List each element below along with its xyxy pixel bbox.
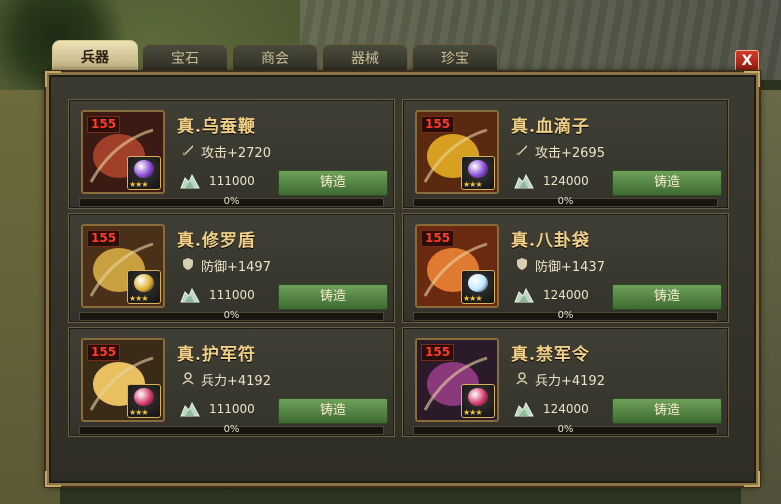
level-badge: 155 <box>87 116 121 133</box>
forge-button[interactable]: 铸造 <box>278 170 388 196</box>
tab-machinery[interactable]: 器械 <box>322 44 408 74</box>
item-stat: 防御+1437 <box>535 260 605 275</box>
tab-weapons[interactable]: 兵器 <box>52 40 138 74</box>
item-card: 155 ★★★ 真.乌蚕鞭 攻击+2720 111000 铸造 0% <box>68 99 395 209</box>
item-icon[interactable]: 155 ★★★ <box>81 110 165 194</box>
item-cost: 111000 <box>209 402 255 416</box>
item-name: 真.八卦袋 <box>511 231 590 251</box>
tab-gems[interactable]: 宝石 <box>142 44 228 74</box>
forge-button[interactable]: 铸造 <box>278 284 388 310</box>
forge-button[interactable]: 铸造 <box>612 398 722 424</box>
star-rating: ★★★ <box>463 294 482 303</box>
progress-text: 0% <box>557 196 574 207</box>
frame-corner-ornament <box>45 71 61 87</box>
item-cost: 124000 <box>543 174 589 188</box>
progress-bar: 0% <box>79 196 384 207</box>
silver-icon <box>180 401 200 417</box>
category-tabs: 兵器 宝石 商会 器械 珍宝 <box>52 40 498 74</box>
shield-icon <box>183 258 193 270</box>
item-card: 155 ★★★ 真.禁军令 兵力+4192 124000 铸造 0% <box>402 327 729 437</box>
item-card: 155 ★★★ 真.护军符 兵力+4192 111000 铸造 0% <box>68 327 395 437</box>
soldier-icon <box>182 372 194 385</box>
progress-bar: 0% <box>413 424 718 435</box>
gem-slot[interactable]: ★★★ <box>461 384 495 418</box>
level-badge: 155 <box>421 230 455 247</box>
star-rating: ★★★ <box>129 180 148 189</box>
forge-button[interactable]: 铸造 <box>612 170 722 196</box>
sword-icon <box>516 145 527 156</box>
silver-icon <box>514 173 534 189</box>
level-badge: 155 <box>421 344 455 361</box>
item-icon[interactable]: 155 ★★★ <box>81 338 165 422</box>
item-name: 真.护军符 <box>177 345 256 365</box>
gem-slot[interactable]: ★★★ <box>461 156 495 190</box>
gem-slot[interactable]: ★★★ <box>127 156 161 190</box>
forge-button[interactable]: 铸造 <box>612 284 722 310</box>
progress-bar: 0% <box>413 310 718 321</box>
frame-corner-ornament <box>744 71 760 87</box>
gem-icon <box>134 388 154 406</box>
item-cost: 111000 <box>209 174 255 188</box>
item-stat: 兵力+4192 <box>201 374 271 389</box>
progress-text: 0% <box>223 196 240 207</box>
item-icon[interactable]: 155 ★★★ <box>81 224 165 308</box>
level-badge: 155 <box>421 116 455 133</box>
progress-text: 0% <box>557 310 574 321</box>
gem-icon <box>134 274 154 292</box>
tab-guild[interactable]: 商会 <box>232 44 318 74</box>
item-stat: 攻击+2695 <box>535 146 605 161</box>
item-cost: 111000 <box>209 288 255 302</box>
progress-text: 0% <box>223 424 240 435</box>
star-rating: ★★★ <box>463 408 482 417</box>
item-stat: 攻击+2720 <box>201 146 271 161</box>
item-name: 真.乌蚕鞭 <box>177 117 256 137</box>
shield-icon <box>517 258 527 270</box>
silver-icon <box>180 287 200 303</box>
silver-icon <box>514 287 534 303</box>
progress-bar: 0% <box>79 310 384 321</box>
star-rating: ★★★ <box>463 180 482 189</box>
gem-slot[interactable]: ★★★ <box>127 384 161 418</box>
progress-bar: 0% <box>79 424 384 435</box>
item-cost: 124000 <box>543 288 589 302</box>
gem-icon <box>468 160 488 178</box>
star-rating: ★★★ <box>129 294 148 303</box>
item-cost: 124000 <box>543 402 589 416</box>
forge-button[interactable]: 铸造 <box>278 398 388 424</box>
gem-icon <box>134 160 154 178</box>
frame-corner-ornament <box>45 471 61 487</box>
silver-icon <box>514 401 534 417</box>
item-name: 真.修罗盾 <box>177 231 256 251</box>
item-icon[interactable]: 155 ★★★ <box>415 338 499 422</box>
progress-text: 0% <box>223 310 240 321</box>
gem-slot[interactable]: ★★★ <box>461 270 495 304</box>
star-rating: ★★★ <box>129 408 148 417</box>
item-icon[interactable]: 155 ★★★ <box>415 110 499 194</box>
item-stat: 防御+1497 <box>201 260 271 275</box>
soldier-icon <box>516 372 528 385</box>
level-badge: 155 <box>87 344 121 361</box>
item-card: 155 ★★★ 真.八卦袋 防御+1437 124000 铸造 0% <box>402 213 729 323</box>
item-icon[interactable]: 155 ★★★ <box>415 224 499 308</box>
level-badge: 155 <box>87 230 121 247</box>
sword-icon <box>182 145 193 156</box>
progress-text: 0% <box>557 424 574 435</box>
silver-icon <box>180 173 200 189</box>
gem-icon <box>468 274 488 292</box>
gem-slot[interactable]: ★★★ <box>127 270 161 304</box>
gem-icon <box>468 388 488 406</box>
progress-bar: 0% <box>413 196 718 207</box>
item-name: 真.血滴子 <box>511 117 590 137</box>
item-card: 155 ★★★ 真.修罗盾 防御+1497 111000 铸造 0% <box>68 213 395 323</box>
item-card: 155 ★★★ 真.血滴子 攻击+2695 124000 铸造 0% <box>402 99 729 209</box>
frame-corner-ornament <box>744 471 760 487</box>
item-name: 真.禁军令 <box>511 345 590 365</box>
tab-treasures[interactable]: 珍宝 <box>412 44 498 74</box>
item-stat: 兵力+4192 <box>535 374 605 389</box>
